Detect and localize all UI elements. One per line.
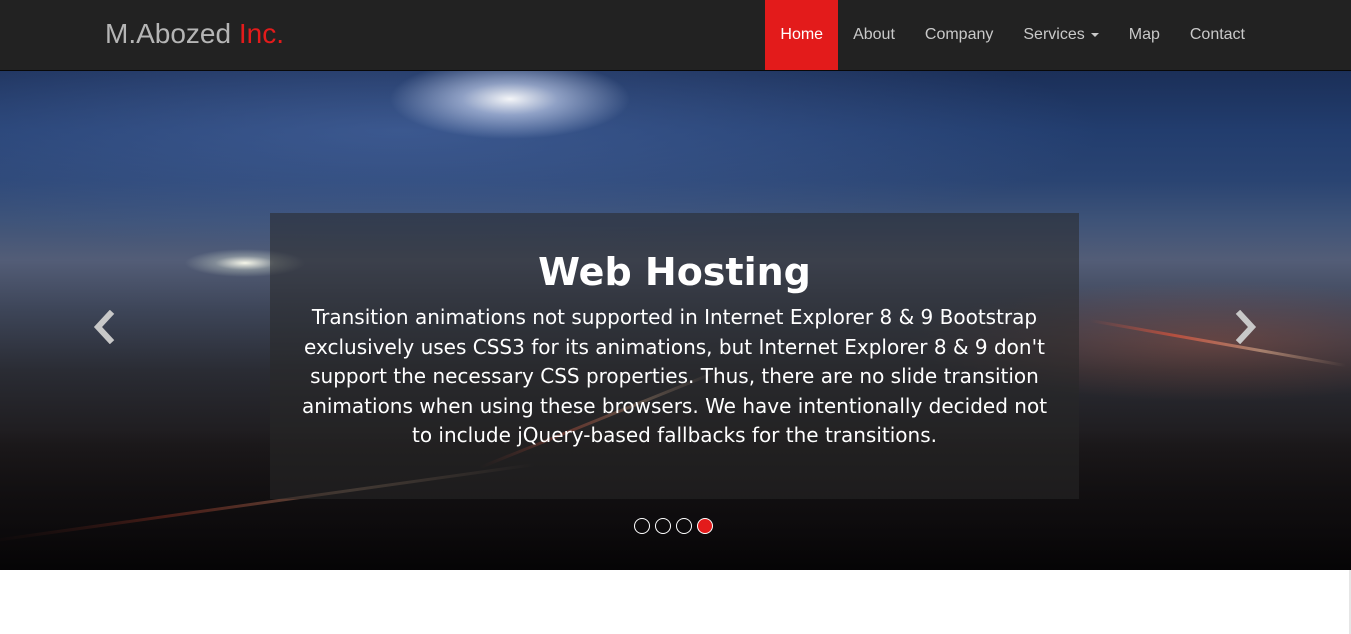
nav-item-company-label: Company [924,26,994,43]
main-nav: Home About Company Services Map Contact [765,0,1260,70]
caption-title: Web Hosting [538,250,811,294]
nav-item-home[interactable]: Home [765,0,839,70]
nav-item-company[interactable]: Company [910,0,1008,70]
carousel-indicator-1[interactable] [634,518,650,534]
carousel-indicator-4[interactable] [697,518,713,534]
brand-name: M.Abozed [105,18,232,49]
nav-item-services-label: Services [1023,26,1085,43]
carousel-caption: Web Hosting Transition animations not su… [270,213,1079,499]
nav-item-contact[interactable]: Contact [1175,0,1260,70]
carousel-next-button[interactable] [1230,309,1260,345]
chevron-right-icon [1235,309,1257,345]
nav-item-about[interactable]: About [838,0,910,70]
nav-item-home-label: Home [780,26,824,43]
brand-suffix: Inc. [238,18,284,49]
nav-item-map[interactable]: Map [1114,0,1175,70]
carousel-indicator-2[interactable] [655,518,671,534]
brand-logo[interactable]: M.Abozed Inc. [105,17,284,51]
nav-item-map-label: Map [1128,26,1160,43]
nav-item-about-label: About [853,26,895,43]
chevron-left-icon [93,309,115,345]
carousel-prev-button[interactable] [90,309,120,345]
caption-text: Transition animations not supported in I… [301,305,1048,447]
nav-item-contact-label: Contact [1189,26,1245,43]
top-navbar: M.Abozed Inc. Home About Company Service… [0,0,1351,71]
carousel-indicator-3[interactable] [676,518,692,534]
caret-down-icon [1090,33,1099,37]
nav-item-services[interactable]: Services [1008,0,1113,70]
carousel-indicators [634,518,713,534]
light-streak [1089,319,1347,368]
